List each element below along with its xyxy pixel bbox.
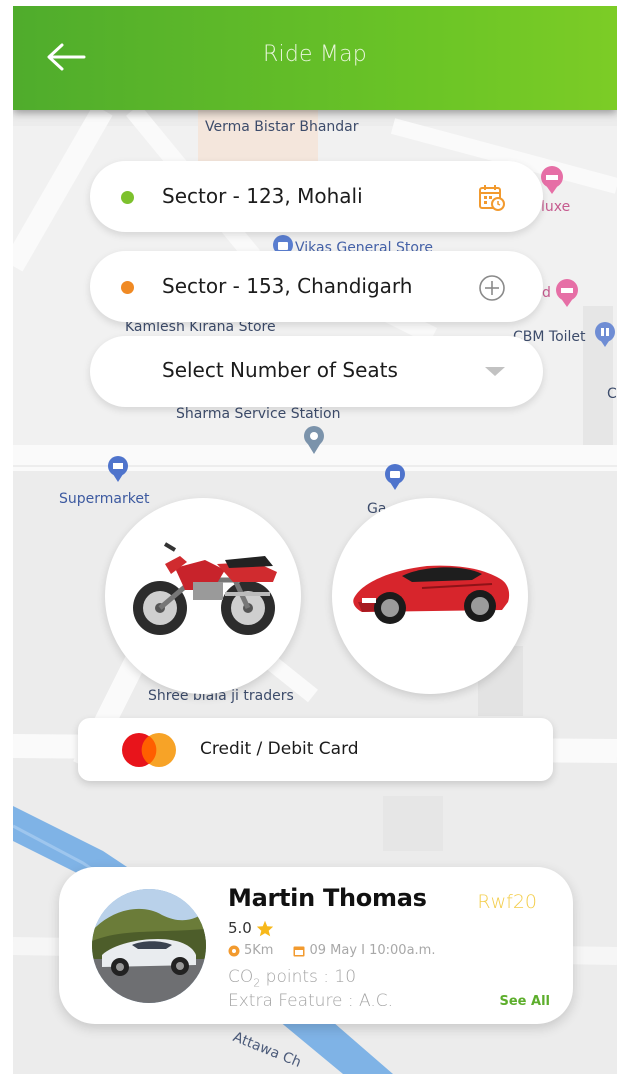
pickup-dot-icon [121, 191, 134, 204]
see-all-link[interactable]: See All [500, 994, 551, 1009]
car-icon [353, 565, 510, 624]
map-label-sharma: Sharma Service Station [176, 406, 341, 422]
app-header: Ride Map [13, 6, 617, 110]
drop-location-field[interactable]: Sector - 153, Chandigarh [90, 251, 543, 322]
driver-name: Martin Thomas [228, 884, 427, 912]
ride-map-screen: Verma Bistar Bhandar luxe Vikas General … [13, 6, 617, 1074]
co2-prefix: CO [228, 967, 254, 987]
driver-car-avatar [92, 889, 206, 1003]
chevron-down-icon [485, 367, 505, 376]
plus-circle-icon[interactable] [477, 273, 507, 303]
payment-method-label: Credit / Debit Card [200, 739, 359, 759]
car-option[interactable] [332, 498, 528, 694]
calendar-clock-icon[interactable] [477, 183, 507, 213]
motorbike-icon [133, 542, 277, 635]
shopping-bag-pin-icon [385, 464, 405, 490]
mastercard-icon [122, 733, 176, 767]
hotel-pin-icon [541, 166, 563, 194]
hotel-pin-icon [556, 279, 578, 307]
driver-rating: 5.0 [228, 919, 274, 937]
drop-dot-icon [121, 281, 134, 294]
ride-distance: 5Km [244, 943, 274, 958]
location-dot-icon [228, 945, 240, 956]
co2-points: CO2 points : 10 [228, 967, 356, 989]
cart-pin-icon [108, 456, 128, 482]
star-icon [256, 920, 273, 936]
motorbike-option[interactable] [105, 498, 301, 694]
calendar-icon [293, 946, 305, 956]
ride-meta: 5Km 09 May I 10:00a.m. [228, 943, 435, 958]
pickup-location-text: Sector - 123, Mohali [162, 184, 363, 208]
page-title: Ride Map [263, 42, 367, 67]
payment-method-button[interactable]: Credit / Debit Card [78, 718, 553, 781]
driver-rating-value: 5.0 [228, 919, 252, 937]
ride-price: Rwf20 [477, 891, 537, 913]
extra-feature: Extra Feature : A.C. [228, 991, 394, 1011]
seats-select-label: Select Number of Seats [162, 358, 398, 382]
location-pin-icon [304, 426, 324, 454]
map-label-verma: Verma Bistar Bhandar [205, 119, 359, 135]
map-label-deluxe: luxe [541, 199, 571, 215]
map-label-d: d [542, 285, 551, 301]
seats-select[interactable]: Select Number of Seats [90, 336, 543, 407]
co2-value: points : 10 [260, 967, 357, 987]
toilet-pin-icon [595, 322, 615, 347]
ride-datetime: 09 May I 10:00a.m. [309, 943, 436, 958]
pickup-location-field[interactable]: Sector - 123, Mohali [90, 161, 543, 232]
drop-location-text: Sector - 153, Chandigarh [162, 274, 413, 298]
driver-card[interactable]: Martin Thomas Rwf20 5.0 5Km 09 May I 10:… [59, 867, 573, 1024]
map-label-c: C [607, 386, 617, 402]
